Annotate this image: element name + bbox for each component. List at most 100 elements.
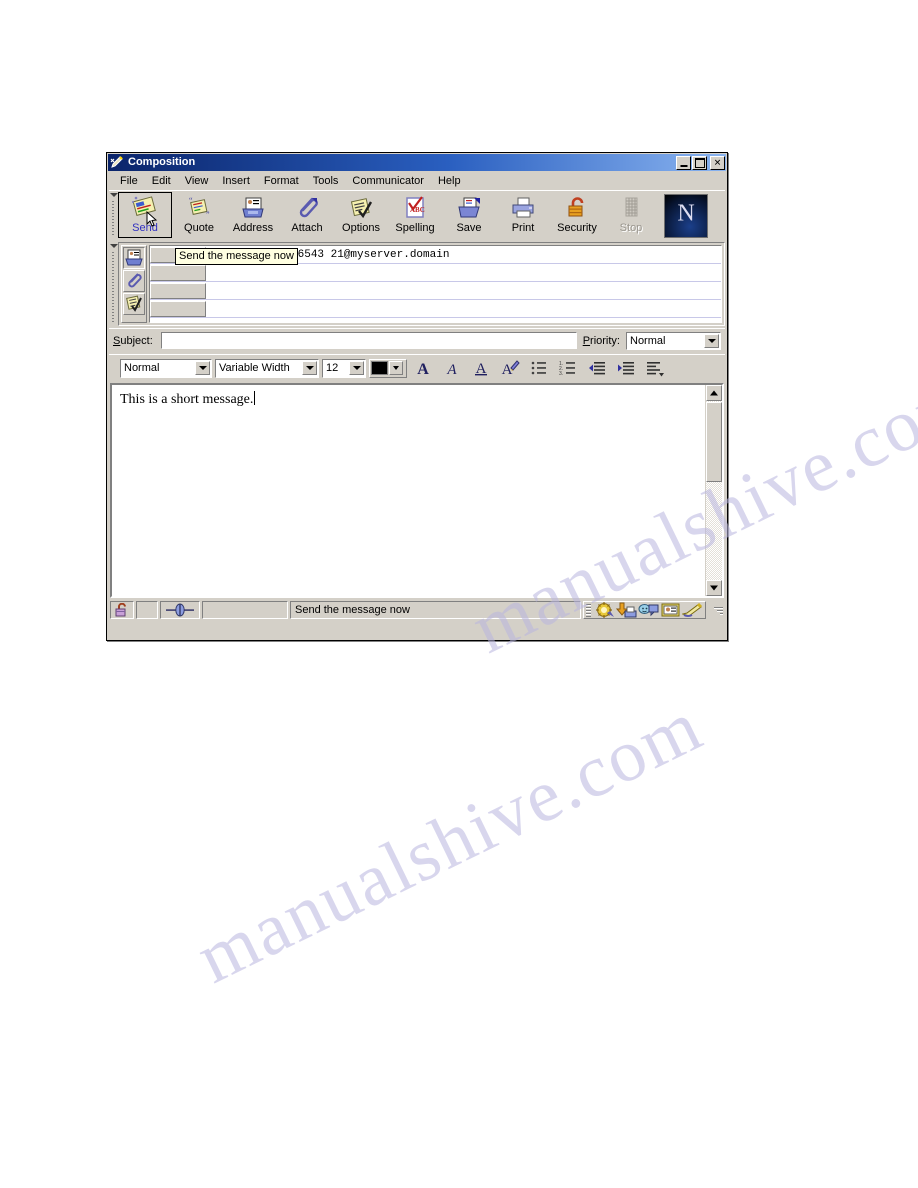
address-book-icon bbox=[239, 195, 267, 221]
addressing-side-tabs bbox=[121, 245, 147, 323]
quote-button-label: Quote bbox=[184, 222, 214, 234]
bullet-list-button[interactable] bbox=[526, 357, 552, 379]
netscape-logo-letter: N bbox=[677, 200, 695, 227]
recipient-row-1[interactable] bbox=[150, 264, 721, 282]
padlock-icon bbox=[563, 195, 591, 221]
indent-button[interactable] bbox=[613, 357, 639, 379]
attach-button[interactable]: Attach bbox=[280, 192, 334, 238]
toolbar-collapse-arrow-icon[interactable] bbox=[110, 193, 118, 197]
priority-label: Priority: bbox=[582, 334, 620, 347]
recipient-field-label[interactable] bbox=[150, 282, 206, 299]
chevron-down-icon[interactable] bbox=[389, 361, 403, 375]
maximize-button[interactable] bbox=[692, 155, 707, 170]
save-button-label: Save bbox=[456, 222, 482, 234]
recipient-row-3[interactable] bbox=[150, 300, 721, 318]
security-status-indicator[interactable] bbox=[110, 601, 134, 619]
options-check-icon bbox=[347, 195, 375, 221]
minimize-button[interactable] bbox=[676, 155, 691, 170]
recipient-row-2[interactable] bbox=[150, 282, 721, 300]
spelling-abc-icon: ABC bbox=[401, 195, 429, 221]
font-family-dropdown[interactable]: Variable Width bbox=[215, 358, 319, 378]
scrollbar-track[interactable] bbox=[706, 482, 722, 580]
menu-item-insert[interactable]: Insert bbox=[215, 174, 257, 188]
options-button[interactable]: Options bbox=[334, 192, 388, 238]
text-color-swatch bbox=[371, 361, 388, 375]
address-book-icon[interactable] bbox=[660, 602, 681, 618]
paragraph-style-value: Normal bbox=[124, 362, 160, 374]
text-caret bbox=[254, 391, 256, 405]
menu-item-format[interactable]: Format bbox=[257, 174, 306, 188]
menu-item-file[interactable]: File bbox=[113, 174, 145, 188]
address-book-tab[interactable] bbox=[123, 247, 145, 269]
options-button-label: Options bbox=[342, 222, 380, 234]
addressing-grip-handle[interactable] bbox=[109, 242, 118, 326]
unlocked-padlock-icon bbox=[115, 603, 126, 617]
grip-dots bbox=[112, 201, 114, 237]
numbered-list-button[interactable]: 1. 2. 3. bbox=[555, 357, 581, 379]
composition-window: Composition ✕ File Edit View Insert Form… bbox=[106, 152, 728, 641]
network-status-indicator[interactable] bbox=[160, 601, 200, 619]
title-bar[interactable]: Composition ✕ bbox=[108, 154, 726, 171]
toolbar-grip-handle[interactable] bbox=[109, 191, 118, 240]
menu-item-communicator[interactable]: Communicator bbox=[345, 174, 431, 188]
send-button[interactable]: Send bbox=[118, 192, 172, 238]
status-blank-cell bbox=[136, 601, 158, 619]
options-tab[interactable] bbox=[123, 293, 145, 315]
save-button[interactable]: Save bbox=[442, 192, 496, 238]
recipient-field-label[interactable] bbox=[150, 264, 206, 281]
composer-icon[interactable] bbox=[681, 602, 703, 618]
font-size-value: 12 bbox=[326, 362, 339, 374]
scrollbar-thumb[interactable] bbox=[706, 402, 722, 482]
underline-button[interactable]: A bbox=[468, 357, 494, 379]
scroll-down-arrow-icon[interactable] bbox=[706, 580, 722, 596]
bold-button[interactable]: A bbox=[410, 357, 436, 379]
text-color-dropdown[interactable] bbox=[369, 358, 407, 378]
close-button[interactable]: ✕ bbox=[710, 155, 725, 170]
body-vertical-scrollbar[interactable] bbox=[705, 385, 722, 596]
chevron-down-icon[interactable] bbox=[349, 361, 364, 375]
addressing-collapse-arrow-icon[interactable] bbox=[110, 244, 118, 248]
menu-item-edit[interactable]: Edit bbox=[145, 174, 178, 188]
quote-button[interactable]: “ ” Quote bbox=[172, 192, 226, 238]
inbox-icon[interactable] bbox=[615, 602, 637, 618]
window-resize-grip[interactable] bbox=[710, 603, 724, 617]
menu-item-view[interactable]: View bbox=[178, 174, 216, 188]
navigator-icon[interactable] bbox=[594, 602, 615, 618]
chevron-down-icon[interactable] bbox=[302, 361, 317, 375]
scroll-up-arrow-icon[interactable] bbox=[706, 385, 722, 401]
italic-button[interactable]: A bbox=[439, 357, 465, 379]
message-body-text: This is a short message. bbox=[120, 392, 254, 407]
svg-text:3.: 3. bbox=[559, 371, 563, 377]
instant-messenger-icon[interactable] bbox=[638, 602, 659, 618]
alignment-button[interactable] bbox=[642, 357, 668, 379]
component-bar-handle[interactable] bbox=[586, 603, 591, 617]
security-button[interactable]: Security bbox=[550, 192, 604, 238]
subject-input[interactable] bbox=[160, 332, 577, 349]
format-toolbar: Normal Variable Width 12 A A A A 1. 2. 3… bbox=[118, 357, 725, 379]
chevron-down-icon[interactable] bbox=[195, 361, 210, 375]
paragraph-style-dropdown[interactable]: Normal bbox=[120, 358, 212, 378]
spelling-button[interactable]: ABC Spelling bbox=[388, 192, 442, 238]
main-toolbar: Send “ ” Quote Address Attach Options AB… bbox=[118, 191, 725, 240]
priority-selected-value: Normal bbox=[630, 334, 666, 347]
address-button[interactable]: Address bbox=[226, 192, 280, 238]
font-size-dropdown[interactable]: 12 bbox=[322, 358, 366, 378]
text-color-button[interactable]: A bbox=[497, 357, 523, 379]
attach-button-label: Attach bbox=[291, 222, 323, 234]
print-button[interactable]: Print bbox=[496, 192, 550, 238]
quote-icon: “ ” bbox=[185, 195, 213, 221]
menu-item-tools[interactable]: Tools bbox=[306, 174, 346, 188]
svg-text:”: ” bbox=[206, 210, 210, 219]
window-title: Composition bbox=[128, 156, 196, 168]
message-body-editor[interactable]: This is a short message. bbox=[112, 385, 705, 596]
netscape-logo[interactable]: N bbox=[664, 194, 708, 238]
chevron-down-icon[interactable] bbox=[704, 333, 719, 348]
recipient-field-label[interactable] bbox=[150, 300, 206, 317]
status-message: Send the message now bbox=[290, 601, 581, 619]
priority-dropdown[interactable]: Normal bbox=[626, 331, 721, 350]
outdent-button[interactable] bbox=[584, 357, 610, 379]
menu-item-help[interactable]: Help bbox=[431, 174, 468, 188]
save-folder-icon bbox=[455, 195, 483, 221]
attachments-tab[interactable] bbox=[123, 270, 145, 292]
component-bar bbox=[583, 601, 706, 619]
